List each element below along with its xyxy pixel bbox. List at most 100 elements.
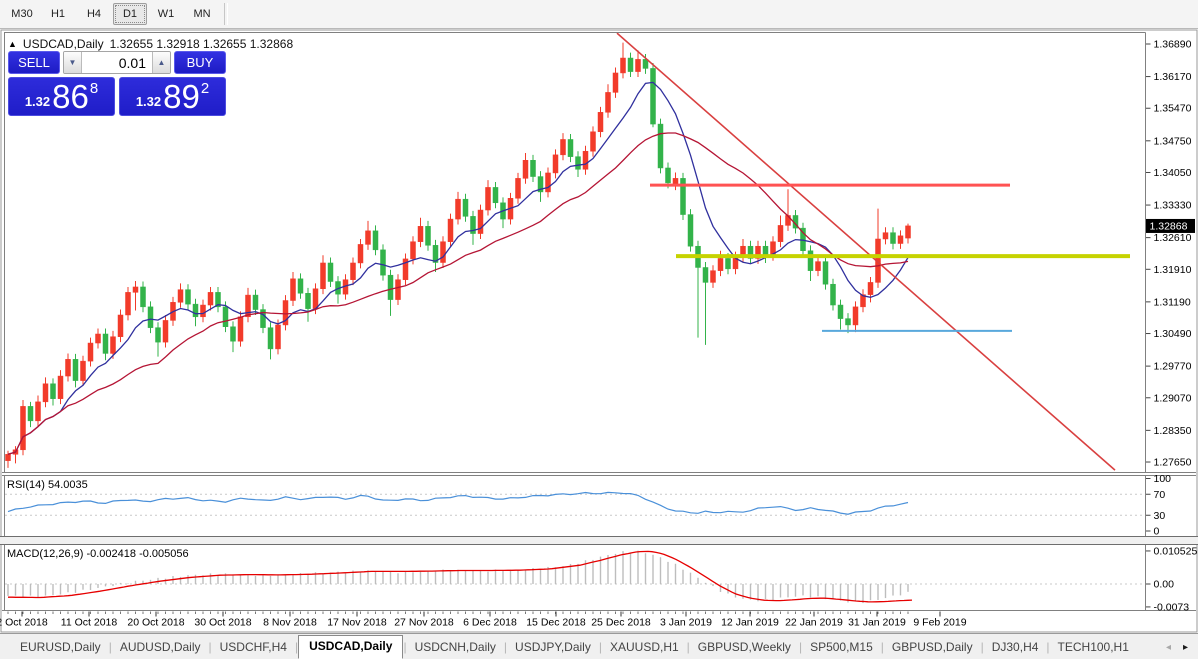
tab-dj30-h4[interactable]: DJ30,H4 bbox=[984, 636, 1047, 659]
price-tick-label: 1.29770 bbox=[1154, 361, 1192, 373]
candle-body bbox=[635, 59, 641, 72]
candle-body bbox=[72, 359, 79, 381]
candle-body bbox=[822, 261, 829, 285]
tab-audusd-daily[interactable]: AUDUSD,Daily bbox=[112, 636, 209, 659]
candle-body bbox=[57, 375, 64, 399]
volume-field[interactable]: 0.01 bbox=[82, 52, 152, 73]
tab-usdcad-daily[interactable]: USDCAD,Daily bbox=[298, 635, 404, 659]
date-label: 30 Oct 2018 bbox=[194, 617, 251, 629]
descending-trendline[interactable] bbox=[616, 32, 1116, 471]
candle-body bbox=[267, 327, 274, 350]
candle-body bbox=[275, 324, 281, 350]
candle-body bbox=[905, 225, 911, 239]
sell-price-prefix: 1.32 bbox=[24, 94, 51, 109]
candle-body bbox=[395, 279, 401, 300]
date-label: 11 Oct 2018 bbox=[61, 617, 118, 629]
sell-button[interactable]: SELL bbox=[8, 51, 60, 74]
candle-body bbox=[702, 267, 709, 283]
candle-body bbox=[162, 320, 169, 343]
sell-price-panel[interactable]: 1.32 86 8 bbox=[8, 77, 115, 116]
timeframe-button-h1[interactable]: H1 bbox=[41, 3, 75, 25]
candle-body bbox=[350, 262, 356, 280]
tab-usdjpy-daily[interactable]: USDJPY,Daily bbox=[507, 636, 599, 659]
timeframe-button-w1[interactable]: W1 bbox=[149, 3, 183, 25]
candle-body bbox=[455, 198, 461, 220]
candle-body bbox=[207, 292, 214, 306]
tab-gbpusd-weekly[interactable]: GBPUSD,Weekly bbox=[690, 636, 799, 659]
price-tick-label: 1.33330 bbox=[1154, 200, 1192, 212]
candle-body bbox=[522, 160, 529, 179]
rsi-tick-label: 100 bbox=[1154, 473, 1172, 485]
volume-decrease-button[interactable]: ▼ bbox=[64, 52, 82, 73]
candle-body bbox=[582, 150, 589, 170]
date-label: 31 Jan 2019 bbox=[848, 617, 906, 629]
candle-body bbox=[230, 326, 236, 342]
tab-xauusd-h1[interactable]: XAUUSD,H1 bbox=[602, 636, 687, 659]
candle-body bbox=[417, 226, 424, 242]
candle-body bbox=[20, 406, 26, 451]
chart-window: 1.36890 1.36170 1.35470 1.34750 1.34050 1.333… bbox=[0, 29, 1198, 633]
price-tick-label: 1.35470 bbox=[1154, 103, 1192, 115]
rsi-tick-label: 70 bbox=[1154, 489, 1166, 501]
candle-body bbox=[837, 304, 844, 319]
date-label: 8 Nov 2018 bbox=[263, 617, 317, 629]
price-tick-label: 1.27650 bbox=[1154, 457, 1192, 469]
candle-body bbox=[185, 289, 191, 305]
tab-tech100-h1[interactable]: TECH100,H1 bbox=[1050, 636, 1137, 659]
candle-body bbox=[192, 303, 199, 318]
buy-price-prefix: 1.32 bbox=[135, 94, 162, 109]
timeframe-button-mn[interactable]: MN bbox=[185, 3, 219, 25]
tab-scroll-right-icon[interactable]: ▸ bbox=[1183, 642, 1188, 653]
price-tick-label: 1.29070 bbox=[1154, 392, 1192, 404]
candle-body bbox=[117, 314, 124, 337]
rsi-tick-label: 0 bbox=[1154, 526, 1160, 538]
timeframe-button-d1[interactable]: D1 bbox=[113, 3, 147, 25]
price-tick-label: 1.34050 bbox=[1154, 167, 1192, 179]
volume-increase-button[interactable]: ▲ bbox=[152, 52, 170, 73]
candle-body bbox=[725, 258, 731, 270]
price-tick-label: 1.28350 bbox=[1154, 425, 1192, 437]
rsi-macd-splitter[interactable] bbox=[0, 537, 1198, 544]
candle-body bbox=[357, 244, 364, 264]
candle-body bbox=[380, 249, 386, 276]
candle-body bbox=[650, 68, 656, 125]
symbol-tabs: EURUSD,Daily | AUDUSD,Daily | USDCHF,H4 | USDC… bbox=[12, 635, 1137, 659]
candle-body bbox=[777, 225, 784, 242]
candle-body bbox=[530, 160, 536, 177]
candle-body bbox=[35, 401, 41, 422]
candle-body bbox=[147, 306, 154, 328]
sma-fast-line bbox=[7, 81, 909, 455]
tab-scroll-left-icon[interactable]: ◂ bbox=[1166, 642, 1171, 653]
candle-body bbox=[492, 187, 499, 204]
tab-usdcnh-daily[interactable]: USDCNH,Daily bbox=[407, 636, 504, 659]
candle-body bbox=[612, 72, 619, 93]
candle-body bbox=[27, 406, 34, 422]
tab-eurusd-daily[interactable]: EURUSD,Daily bbox=[12, 636, 109, 659]
candle-body bbox=[845, 318, 851, 326]
buy-button[interactable]: BUY bbox=[174, 51, 226, 74]
candle-body bbox=[597, 112, 604, 133]
price-tick-label: 1.36170 bbox=[1154, 71, 1192, 83]
candle-body bbox=[80, 360, 86, 381]
candle-body bbox=[560, 139, 566, 156]
candle-body bbox=[477, 209, 484, 234]
timeframe-toolbar: M30 H1 H4 D1 W1 MN bbox=[0, 0, 1198, 29]
candle-body bbox=[245, 294, 251, 318]
tab-gbpusd-daily[interactable]: GBPUSD,Daily bbox=[884, 636, 981, 659]
sell-price-big: 86 bbox=[52, 78, 89, 115]
timeframe-button-h4[interactable]: H4 bbox=[77, 3, 111, 25]
candle-body bbox=[717, 258, 724, 271]
date-label: 15 Dec 2018 bbox=[526, 617, 586, 629]
chart-title: ▲ USDCAD,Daily 1.32655 1.32918 1.32655 1… bbox=[8, 37, 293, 51]
candle-body bbox=[125, 292, 131, 316]
date-label: 12 Jan 2019 bbox=[721, 617, 779, 629]
chart-canvas[interactable]: 1.36890 1.36170 1.35470 1.34750 1.34050 1.333… bbox=[0, 29, 1198, 633]
rsi-indicator-label: RSI(14) 54.0035 bbox=[7, 479, 88, 491]
tab-sp500-m15[interactable]: SP500,M15 bbox=[802, 636, 881, 659]
timeframe-button-m30[interactable]: M30 bbox=[5, 3, 39, 25]
rsi-line bbox=[7, 491, 909, 515]
tab-usdchf-h4[interactable]: USDCHF,H4 bbox=[212, 636, 295, 659]
buy-price-panel[interactable]: 1.32 89 2 bbox=[119, 77, 226, 116]
collapse-chart-icon[interactable]: ▲ bbox=[8, 39, 17, 49]
candle-body bbox=[462, 198, 469, 217]
